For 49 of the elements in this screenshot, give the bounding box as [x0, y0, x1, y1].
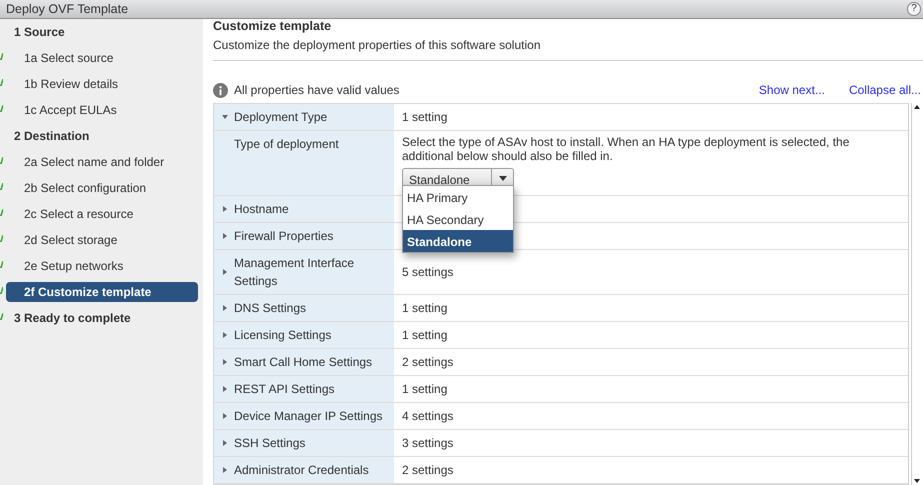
property-name[interactable]: SSH Settings — [234, 434, 306, 452]
link[interactable]: Show next... — [758, 81, 825, 99]
wizard-step-label[interactable]: 2d Select storage — [0, 231, 118, 249]
property-name[interactable]: Smart Call Home Settings — [234, 353, 372, 371]
wizard-step-label[interactable]: 1a Select source — [0, 49, 114, 67]
property-name[interactable]: Licensing Settings — [234, 326, 332, 344]
property-name[interactable]: Firewall Properties — [234, 227, 334, 245]
validation-message: All properties have valid values — [234, 82, 400, 99]
property-name[interactable]: DNS Settings — [234, 299, 306, 317]
window-title: Deploy OVF Template — [6, 0, 128, 18]
property-value: 3 settings — [402, 435, 454, 452]
info-icon — [213, 82, 228, 98]
help-button[interactable]: ? — [907, 2, 921, 16]
wizard-step-label[interactable]: 3 Ready to complete — [0, 309, 131, 327]
link[interactable]: Collapse all... — [848, 81, 921, 99]
property-name: Type of deployment — [234, 136, 339, 153]
page-title: Customize template — [213, 19, 332, 34]
property-name[interactable]: Administrator Credentials — [234, 461, 369, 479]
property-value: 2 settings — [402, 354, 454, 371]
dropdown-option[interactable]: HA Primary — [403, 186, 513, 208]
caret-down-icon — [498, 176, 506, 182]
wizard-step-label[interactable]: 2a Select name and folder — [0, 153, 164, 171]
property-value: 1 setting — [402, 300, 448, 317]
dropdown-option[interactable]: Standalone — [403, 230, 513, 252]
property-value: 5 settings — [402, 264, 454, 281]
wizard-step-label[interactable]: 2b Select configuration — [0, 179, 146, 197]
property-description: Select the type of ASAv host to install. When an HA type deployment is selected, the additional below should also be filled in. — [402, 135, 850, 163]
caret-down-icon[interactable] — [220, 113, 230, 121]
property-name[interactable]: Hostname — [234, 200, 289, 218]
wizard-step-label[interactable]: 2 Destination — [0, 127, 90, 145]
page-subtitle: Customize the deployment properties of this software solution — [213, 36, 923, 61]
property-value: 4 settings — [402, 408, 454, 425]
property-name[interactable]: Deployment Type — [234, 108, 328, 126]
wizard-step-label[interactable]: 1 Source — [0, 23, 65, 41]
property-name[interactable]: REST API Settings — [234, 380, 334, 398]
property-value: 1 setting — [402, 381, 448, 398]
wizard-step-label[interactable]: 1b Review details — [0, 75, 118, 93]
wizard-step-label[interactable]: 2c Select a resource — [0, 205, 134, 223]
scroll-down-icon[interactable] — [912, 477, 922, 485]
dropdown-option[interactable]: HA Secondary — [403, 208, 513, 230]
property-name[interactable]: Management Interface Settings — [234, 254, 390, 290]
wizard-step-label[interactable]: 1c Accept EULAs — [0, 101, 117, 119]
property-value: 1 setting — [402, 109, 448, 126]
property-value: 1 setting — [402, 327, 448, 344]
scroll-up-icon[interactable] — [912, 103, 922, 111]
wizard-step-label[interactable]: 2e Setup networks — [0, 257, 124, 275]
scrollbar[interactable] — [911, 103, 923, 485]
property-value: 2 settings — [402, 462, 454, 479]
property-name[interactable]: Device Manager IP Settings — [234, 407, 383, 425]
